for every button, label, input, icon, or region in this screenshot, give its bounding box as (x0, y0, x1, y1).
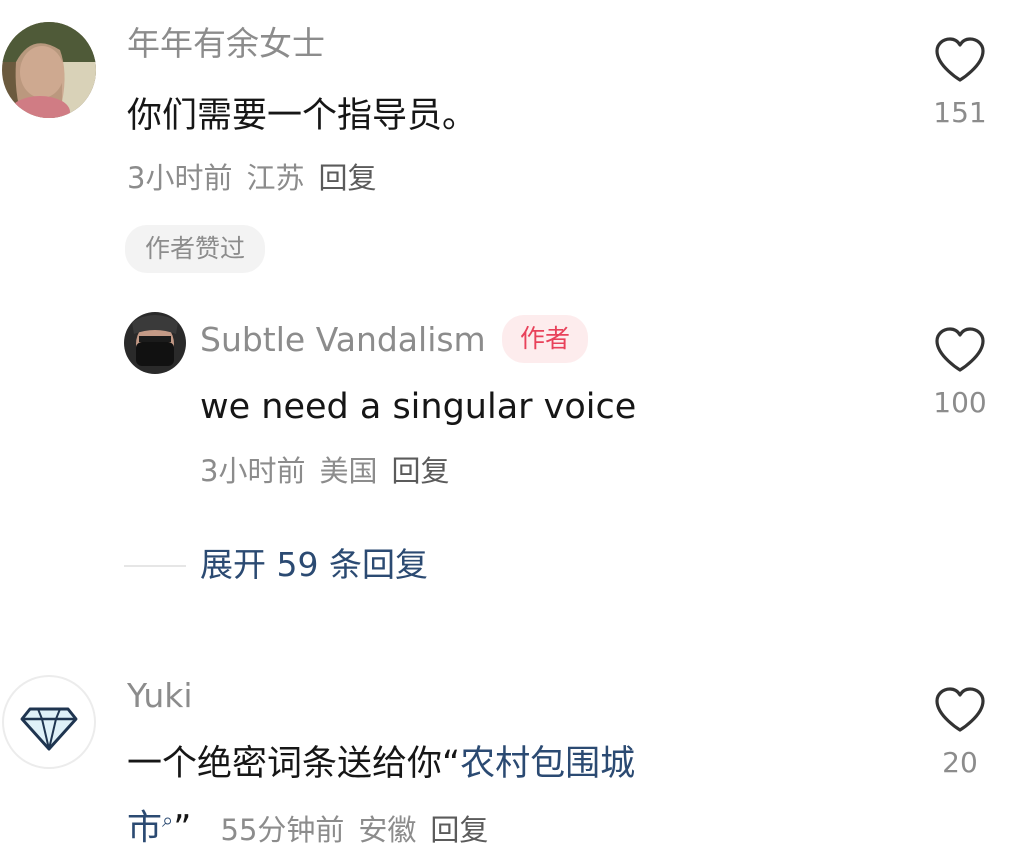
like-button[interactable]: 100 (925, 326, 995, 420)
heart-outline-icon (935, 327, 985, 372)
reply-username[interactable]: Subtle Vandalism (200, 320, 486, 360)
avatar-user-1[interactable] (2, 22, 96, 118)
reply-button[interactable]: 回复 (391, 454, 449, 488)
username[interactable]: Yuki (127, 676, 193, 716)
reply-text: we need a singular voice (200, 387, 637, 427)
like-count: 100 (933, 386, 987, 419)
author-liked-badge: 作者赞过 (125, 225, 266, 273)
reply-location: 美国 (319, 454, 378, 488)
quote-close: ” (173, 808, 192, 849)
comment-location: 安徽 (358, 812, 417, 847)
heart-outline-icon (935, 687, 985, 732)
avatar-user-2[interactable] (124, 312, 186, 374)
comment-text: 一个绝密词条送给你“农村包围城 (127, 742, 635, 786)
comment-text-main: 一个绝密词条送给你“ (127, 744, 461, 784)
avatar-image (124, 312, 186, 374)
expand-divider (124, 565, 186, 567)
comment-meta: 55分钟前 安徽 回复 (221, 813, 489, 847)
reply-time: 3小时前 (200, 454, 306, 488)
avatar-user-3[interactable] (2, 675, 96, 769)
hashtag-link[interactable]: 农村包围城 (460, 744, 635, 784)
comment-location: 江苏 (246, 161, 305, 195)
comment-time: 55分钟前 (220, 812, 345, 847)
hashtag-link-end[interactable]: 市 (127, 809, 162, 849)
search-icon[interactable]: ⌕ (162, 808, 173, 832)
expand-replies-button[interactable]: 展开 59 条回复 (200, 545, 428, 585)
like-button[interactable]: 20 (925, 686, 995, 780)
username[interactable]: 年年有余女士 (127, 24, 325, 64)
author-badge: 作者 (502, 315, 589, 363)
diamond-icon (20, 707, 78, 751)
reply-meta: 3小时前 美国 回复 (200, 453, 449, 489)
like-count: 151 (933, 96, 987, 129)
comment-text-line2: 市⌕” 55分钟前 安徽 回复 (127, 798, 488, 851)
like-count: 20 (942, 746, 978, 779)
like-button[interactable]: 151 (925, 36, 995, 130)
reply-button[interactable]: 回复 (318, 161, 376, 195)
comment-meta: 3小时前 江苏 回复 (127, 160, 376, 196)
comment-time: 3小时前 (127, 161, 233, 195)
comment-text: 你们需要一个指导员。 (127, 96, 478, 136)
reply-button[interactable]: 回复 (430, 813, 488, 847)
heart-outline-icon (935, 37, 985, 82)
avatar-image (2, 22, 96, 118)
